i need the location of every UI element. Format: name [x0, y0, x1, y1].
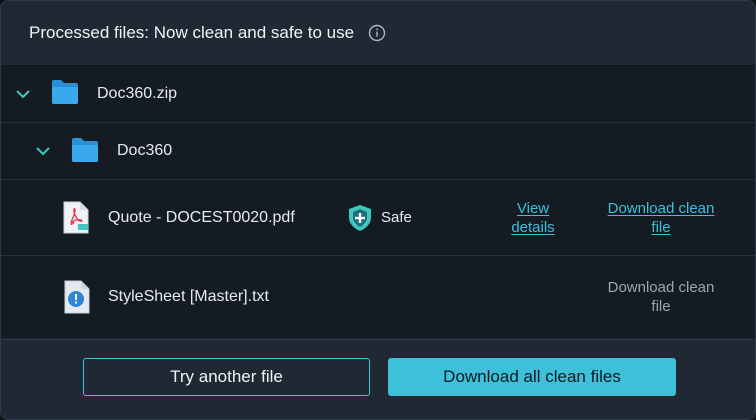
download-all-clean-files-button[interactable]: Download all clean files	[388, 358, 676, 396]
status-label: Safe	[381, 209, 412, 226]
download-line2[interactable]: file	[651, 219, 670, 236]
file-row: StyleSheet [Master].txt Download clean f…	[1, 256, 755, 338]
processed-files-panel: Processed files: Now clean and safe to u…	[0, 0, 756, 420]
shield-plus-icon	[347, 204, 373, 232]
folder-icon	[51, 79, 79, 110]
view-details-link[interactable]: View details	[501, 199, 565, 237]
file-name: Quote - DOCEST0020.pdf	[108, 208, 295, 226]
download-line1[interactable]: Download clean	[608, 200, 715, 217]
panel-header: Processed files: Now clean and safe to u…	[1, 1, 755, 66]
info-icon[interactable]	[368, 24, 386, 42]
folder-icon	[71, 137, 99, 168]
archive-name: Doc360.zip	[97, 85, 178, 102]
download-line1: Download clean	[607, 279, 715, 296]
pdf-file-icon	[62, 201, 90, 239]
chevron-down-icon[interactable]	[14, 85, 32, 103]
try-another-file-button[interactable]: Try another file	[83, 358, 370, 396]
panel-footer: Try another file Download all clean file…	[1, 339, 755, 419]
tree-row-archive[interactable]: Doc360.zip	[1, 66, 755, 123]
tree-row-folder[interactable]: Doc360	[1, 123, 755, 180]
panel-title: Processed files: Now clean and safe to u…	[29, 23, 355, 42]
folder-name: Doc360	[117, 142, 173, 159]
download-clean-file-disabled: Download clean file	[597, 278, 725, 316]
warning-file-icon	[63, 280, 91, 319]
view-details-line2[interactable]: details	[511, 219, 554, 236]
download-line2: file	[651, 298, 671, 315]
file-tree: Doc360.zip Doc360 Quote - DOCEST0020.pdf…	[1, 66, 755, 338]
view-details-line1[interactable]: View	[517, 200, 549, 217]
status-badge: Safe	[347, 204, 412, 232]
download-clean-file-link[interactable]: Download clean file	[597, 199, 725, 237]
file-name: StyleSheet [Master].txt	[108, 288, 269, 305]
file-row: Quote - DOCEST0020.pdf Safe View details	[1, 180, 755, 256]
chevron-down-icon[interactable]	[34, 142, 52, 160]
